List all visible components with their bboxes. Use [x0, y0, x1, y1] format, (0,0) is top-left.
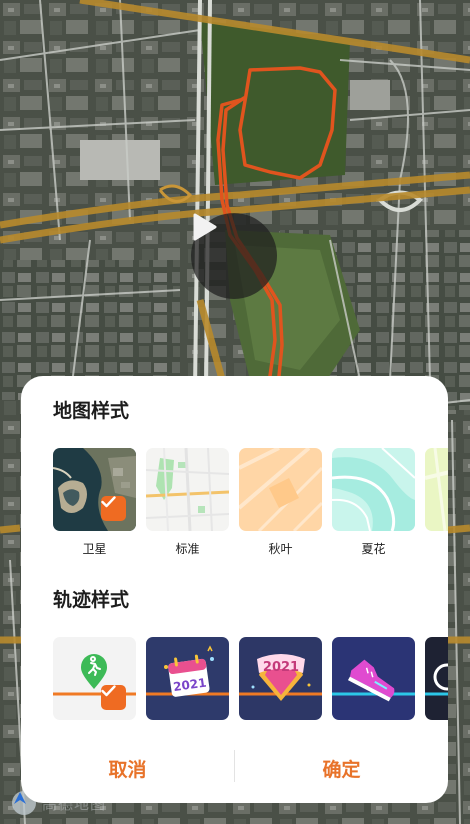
map-style-more[interactable] [425, 448, 448, 560]
more-style-thumbnail [425, 448, 448, 531]
map-style-label: 秋叶 [268, 542, 293, 556]
map-style-title: 地图样式 [53, 400, 130, 422]
runner-thumbnail [53, 637, 136, 720]
selected-check-icon [101, 496, 126, 521]
map-style-autumn[interactable]: 秋叶 [239, 448, 322, 560]
track-style-title: 轨迹样式 [53, 589, 130, 611]
badge-year-text: 2021 [263, 660, 299, 675]
calendar-2021-thumbnail: 2021 [146, 637, 229, 720]
play-icon [193, 213, 217, 241]
map-style-label: 夏花 [361, 542, 386, 556]
map-style-label: 卫星 [82, 542, 107, 556]
map-style-label: 标准 [175, 542, 200, 556]
play-track-button[interactable] [191, 213, 277, 299]
map-style-standard[interactable]: 标准 [146, 448, 229, 560]
satellite-thumbnail [53, 448, 136, 531]
summer-thumbnail [332, 448, 415, 531]
style-picker-sheet: 地图样式 卫星 标准 秋叶 夏花 轨迹样式 2021 2021 取消 确定 [21, 376, 448, 803]
badge-2021-thumbnail: 2021 [239, 637, 322, 720]
more-track-thumbnail [425, 637, 448, 720]
track-style-calendar-2021[interactable]: 2021 [146, 637, 229, 721]
track-style-badge-2021[interactable]: 2021 [239, 637, 322, 721]
track-style-list[interactable]: 2021 2021 [53, 637, 448, 721]
confirm-button[interactable]: 确定 [235, 748, 448, 788]
selected-check-icon [101, 685, 126, 710]
map-style-satellite[interactable]: 卫星 [53, 448, 136, 560]
autumn-thumbnail [239, 448, 322, 531]
map-style-list[interactable]: 卫星 标准 秋叶 夏花 [53, 448, 448, 560]
cancel-button[interactable]: 取消 [21, 748, 234, 788]
map-style-summer[interactable]: 夏花 [332, 448, 415, 560]
track-style-sneaker[interactable] [332, 637, 415, 721]
track-style-runner[interactable] [53, 637, 136, 721]
standard-thumbnail [146, 448, 229, 531]
track-style-more[interactable] [425, 637, 448, 721]
sneaker-thumbnail [332, 637, 415, 720]
